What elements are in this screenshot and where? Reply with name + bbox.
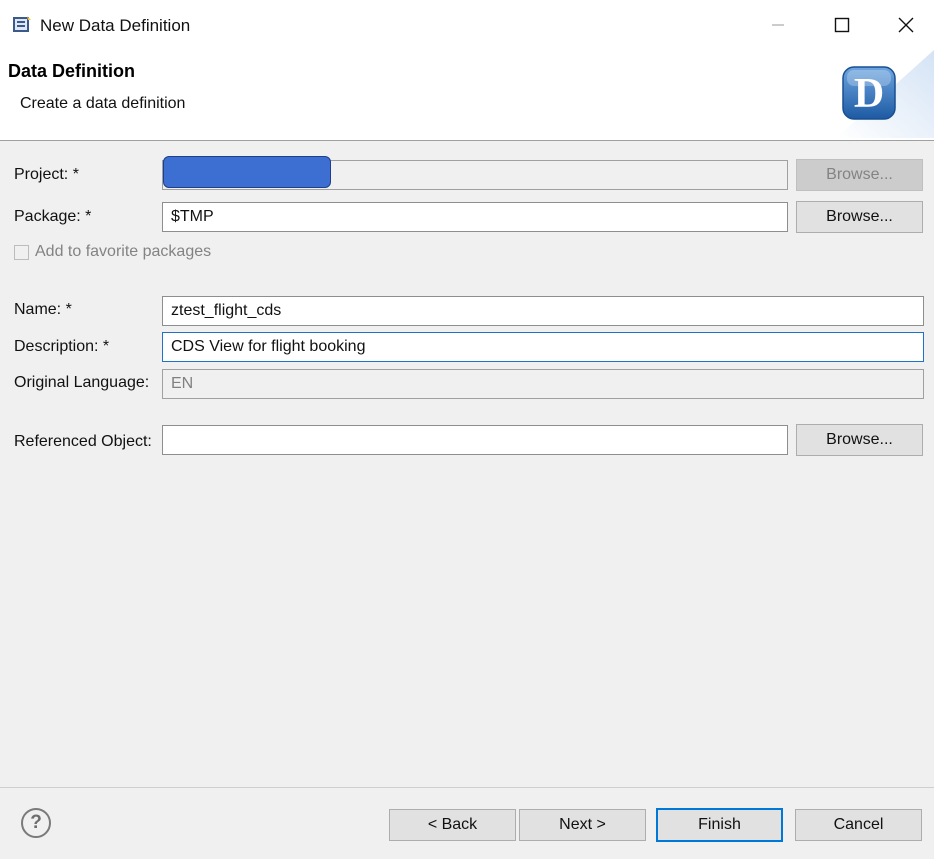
- favorite-checkbox-label: Add to favorite packages: [35, 243, 212, 260]
- footer-divider: [0, 787, 934, 788]
- minimize-button[interactable]: [756, 8, 800, 42]
- back-button[interactable]: < Back: [389, 809, 516, 841]
- package-browse-button[interactable]: Browse...: [796, 201, 923, 233]
- wizard-header: Data Definition Create a data definition…: [0, 50, 934, 141]
- name-input[interactable]: [162, 296, 924, 326]
- title-bar: New Data Definition: [0, 0, 934, 50]
- close-icon: [898, 17, 914, 33]
- project-browse-button[interactable]: Browse...: [796, 159, 923, 191]
- finish-button[interactable]: Finish: [656, 808, 783, 842]
- help-icon[interactable]: ?: [21, 808, 51, 838]
- description-input[interactable]: [162, 332, 924, 362]
- favorite-packages-checkbox[interactable]: Add to favorite packages: [14, 243, 211, 261]
- project-label: Project: *: [14, 166, 79, 183]
- project-value-redacted: [163, 156, 331, 188]
- package-label: Package: *: [14, 208, 92, 225]
- close-button[interactable]: [884, 8, 928, 42]
- maximize-icon: [834, 17, 850, 33]
- name-label: Name: *: [14, 301, 72, 318]
- data-definition-logo: D: [836, 50, 934, 138]
- favorite-checkbox-box[interactable]: [14, 244, 29, 260]
- description-label: Description: *: [14, 338, 110, 355]
- app-icon: [12, 15, 32, 40]
- package-input[interactable]: [162, 202, 788, 232]
- original-language-label: Original Language:: [14, 374, 150, 391]
- original-language-input: [162, 369, 924, 399]
- minimize-icon: [772, 24, 784, 26]
- referenced-object-input[interactable]: [162, 425, 788, 455]
- next-button[interactable]: Next >: [519, 809, 646, 841]
- logo-letter: D: [854, 71, 884, 117]
- page-title: Data Definition: [8, 61, 136, 81]
- referenced-object-browse-button[interactable]: Browse...: [796, 424, 923, 456]
- window-title: New Data Definition: [40, 16, 191, 35]
- cancel-button[interactable]: Cancel: [795, 809, 922, 841]
- referenced-object-label: Referenced Object:: [14, 433, 152, 450]
- maximize-button[interactable]: [820, 8, 864, 42]
- page-subtitle: Create a data definition: [20, 95, 186, 112]
